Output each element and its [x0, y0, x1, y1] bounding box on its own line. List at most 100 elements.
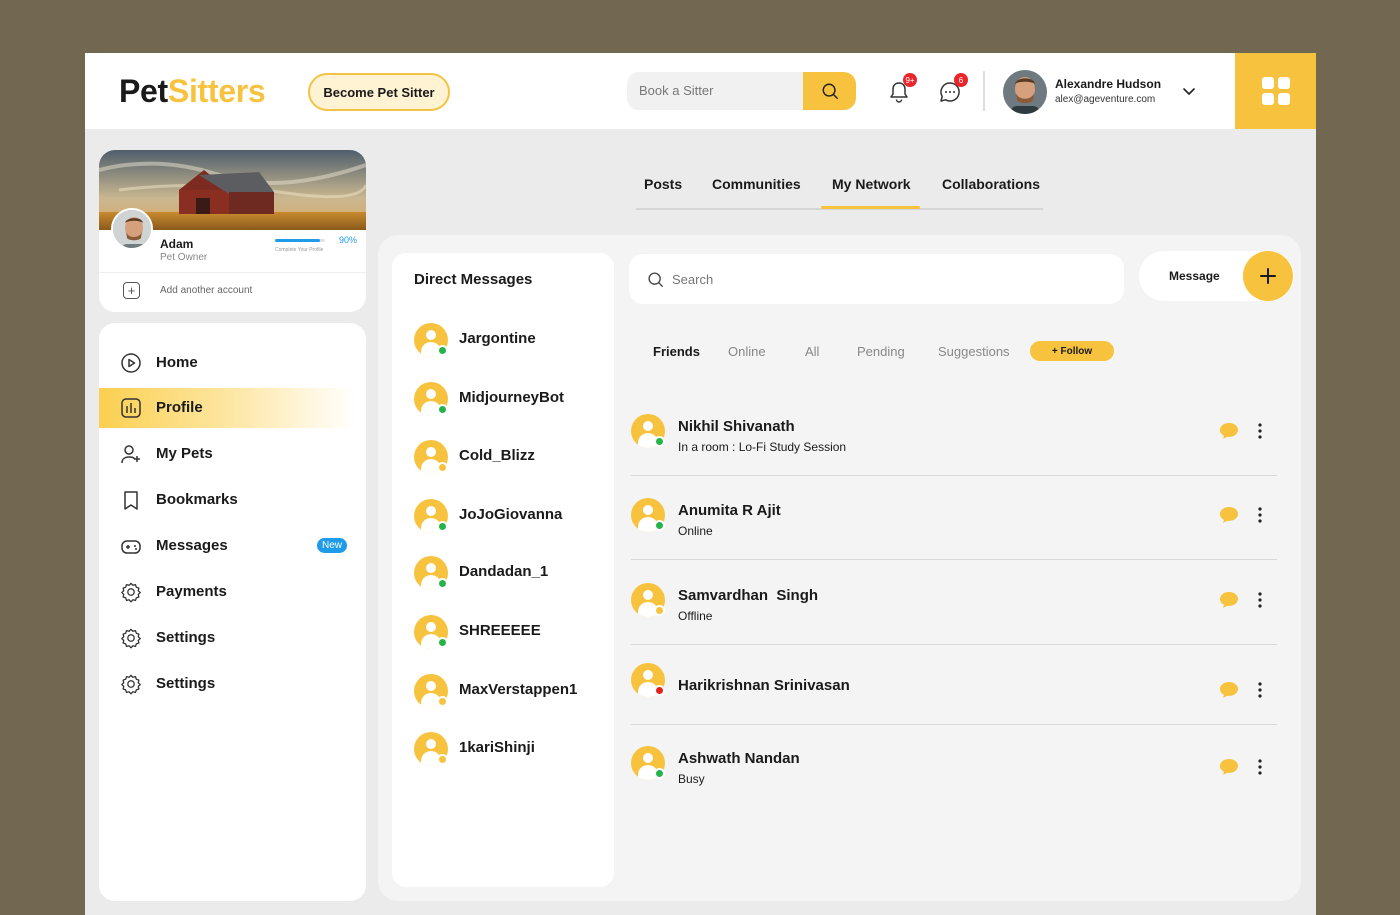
plus-square-icon[interactable]: +: [123, 282, 140, 299]
sidebar-item-settings[interactable]: Settings: [99, 618, 356, 658]
friend-name: Harikrishnan Srinivasan: [678, 677, 850, 694]
friend-status: Offline: [678, 609, 713, 623]
status-dot: [437, 462, 448, 473]
apps-grid-button[interactable]: [1235, 53, 1316, 129]
network-search[interactable]: Search: [629, 254, 1124, 304]
friend-row[interactable]: Nikhil Shivanath In a room : Lo-Fi Study…: [631, 406, 1277, 476]
network-search-input[interactable]: Search: [672, 272, 713, 287]
brand-logo[interactable]: PetSitters: [119, 73, 266, 110]
more-options-icon[interactable]: [1257, 681, 1263, 699]
notifications-button[interactable]: 9+: [885, 73, 917, 106]
user-menu-toggle[interactable]: [1181, 83, 1197, 104]
user-add-icon: [120, 443, 142, 465]
book-sitter-search[interactable]: Book a Sitter: [627, 72, 856, 110]
direct-messages-panel: Direct Messages Jargontine MidjourneyBot…: [392, 253, 614, 887]
top-header: PetSitters Become Pet Sitter Book a Sitt…: [85, 53, 1316, 129]
sidebar-item-my-pets[interactable]: My Pets: [99, 434, 356, 474]
user-name[interactable]: Alexandre Hudson: [1055, 77, 1161, 91]
filter-all[interactable]: All: [805, 344, 819, 359]
sidebar-item-payments[interactable]: Payments: [99, 572, 356, 612]
gear-icon: [120, 627, 142, 649]
header-divider: [983, 71, 985, 111]
friend-row[interactable]: Anumita R Ajit Online: [631, 490, 1277, 560]
profile-avatar[interactable]: [111, 208, 153, 250]
book-sitter-input[interactable]: Book a Sitter: [639, 83, 713, 98]
search-button[interactable]: [803, 72, 856, 110]
friend-status: Busy: [678, 772, 705, 786]
profile-card: Adam Pet Owner 90% Complete Your Profile…: [99, 150, 366, 312]
friend-row[interactable]: Harikrishnan Srinivasan: [631, 655, 1277, 725]
filter-suggestions[interactable]: Suggestions: [938, 344, 1010, 359]
dm-item[interactable]: Jargontine: [414, 323, 614, 357]
chat-icon[interactable]: [1219, 422, 1239, 440]
friend-status: Online: [678, 524, 713, 538]
status-dot: [437, 696, 448, 707]
direct-messages-title: Direct Messages: [414, 271, 533, 288]
plus-icon: [1260, 268, 1276, 284]
sidebar-item-label: Messages: [156, 537, 228, 554]
more-options-icon[interactable]: [1257, 591, 1263, 609]
status-dot: [437, 637, 448, 648]
add-message-button[interactable]: [1243, 251, 1293, 301]
sidebar-nav: Home Profile My Pets Bookmarks Messages …: [99, 323, 366, 901]
sidebar-item-settings-2[interactable]: Settings: [99, 664, 356, 704]
bookmark-icon: [120, 489, 142, 511]
add-account-link[interactable]: Add another account: [160, 285, 252, 296]
filter-pending[interactable]: Pending: [857, 344, 905, 359]
active-tab-indicator: [821, 206, 920, 209]
more-options-icon[interactable]: [1257, 758, 1263, 776]
dm-user-name: Jargontine: [459, 330, 536, 347]
filter-friends[interactable]: Friends: [653, 344, 700, 359]
more-options-icon[interactable]: [1257, 422, 1263, 440]
profile-progress-fill: [275, 239, 320, 242]
friend-name: Anumita R Ajit: [678, 502, 781, 519]
app-window: PetSitters Become Pet Sitter Book a Sitt…: [85, 53, 1316, 915]
dm-item[interactable]: 1kariShinji: [414, 732, 614, 766]
gear-icon: [120, 673, 142, 695]
chat-icon[interactable]: [1219, 506, 1239, 524]
dm-item[interactable]: SHREEEEE: [414, 615, 614, 649]
friend-row[interactable]: Ashwath Nandan Busy: [631, 738, 1277, 808]
messages-button[interactable]: 6: [936, 73, 968, 106]
status-dot: [437, 404, 448, 415]
filter-online[interactable]: Online: [728, 344, 766, 359]
tab-communities[interactable]: Communities: [712, 176, 801, 192]
sidebar-item-label: Payments: [156, 583, 227, 600]
tab-collaborations[interactable]: Collaborations: [942, 176, 1040, 192]
network-panel: Direct Messages Jargontine MidjourneyBot…: [378, 235, 1301, 901]
tab-posts[interactable]: Posts: [644, 176, 682, 192]
friend-name: Nikhil Shivanath: [678, 418, 795, 435]
dm-user-name: SHREEEEE: [459, 622, 541, 639]
status-dot: [654, 768, 665, 779]
dm-item[interactable]: Cold_Blizz: [414, 440, 614, 474]
sidebar-item-home[interactable]: Home: [99, 343, 356, 383]
user-avatar[interactable]: [1003, 70, 1047, 114]
status-dot: [654, 605, 665, 616]
sidebar-item-bookmarks[interactable]: Bookmarks: [99, 480, 356, 520]
follow-button[interactable]: + Follow: [1030, 341, 1114, 361]
dm-item[interactable]: MaxVerstappen1: [414, 674, 614, 708]
user-email: alex@ageventure.com: [1055, 94, 1156, 105]
chat-icon[interactable]: [1219, 758, 1239, 776]
become-pet-sitter-button[interactable]: Become Pet Sitter: [308, 73, 450, 111]
friend-row[interactable]: Samvardhan Singh Offline: [631, 575, 1277, 645]
tab-my-network[interactable]: My Network: [832, 176, 911, 192]
profile-role: Pet Owner: [160, 252, 208, 263]
profile-name: Adam: [160, 237, 194, 251]
sidebar-item-label: Profile: [156, 399, 203, 416]
row-divider: [631, 724, 1277, 725]
chat-icon[interactable]: [1219, 591, 1239, 609]
sidebar-item-messages[interactable]: Messages New: [99, 526, 356, 566]
more-options-icon[interactable]: [1257, 506, 1263, 524]
message-button-label[interactable]: Message: [1169, 269, 1220, 283]
sidebar-item-profile[interactable]: Profile: [99, 388, 356, 428]
chat-icon[interactable]: [1219, 681, 1239, 699]
dm-item[interactable]: JoJoGiovanna: [414, 499, 614, 533]
new-message-control[interactable]: Message: [1139, 251, 1294, 301]
status-dot: [654, 436, 665, 447]
dm-user-name: Dandadan_1: [459, 563, 549, 580]
dm-item[interactable]: MidjourneyBot: [414, 382, 614, 416]
status-dot: [437, 578, 448, 589]
dm-item[interactable]: Dandadan_1: [414, 556, 614, 590]
profile-progress-bar: [275, 239, 325, 242]
